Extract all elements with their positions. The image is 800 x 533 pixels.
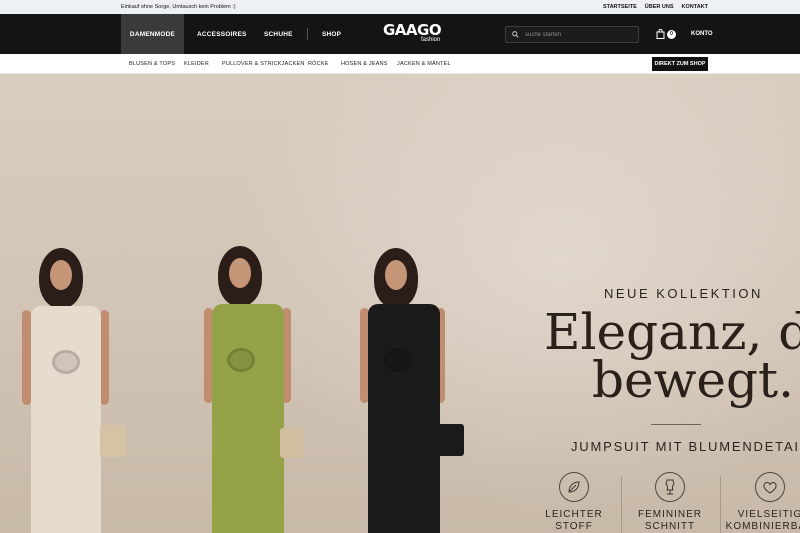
feature-divider (720, 476, 721, 533)
link-ueber-uns[interactable]: ÜBER UNS (645, 4, 674, 10)
cat-blusen-tops[interactable]: BLUSEN & TOPS (129, 54, 175, 74)
cat-kleider[interactable]: KLEIDER (184, 54, 209, 74)
hero-divider (651, 424, 701, 425)
shipping-notice: Einkauf ohne Sorge, Umtausch kein Proble… (121, 4, 236, 10)
cat-pullover-strickjacken[interactable]: PULLOVER & STRICKJACKEN (222, 54, 305, 74)
top-info-bar: Einkauf ohne Sorge, Umtausch kein Proble… (0, 0, 800, 14)
top-links: STARTSEITE ÜBER UNS KONTAKT (603, 4, 708, 10)
leaf-icon (559, 472, 589, 502)
hero-headline: Eleganz, die bewegt. (544, 307, 800, 409)
feature-3-line2: KOMBINIERBAR (725, 521, 800, 532)
cart-button[interactable]: 0 (656, 29, 676, 39)
feature-divider (621, 476, 622, 533)
cat-roecke[interactable]: RÖCKE (308, 54, 329, 74)
nav-divider (307, 28, 308, 40)
feature-1-line1: LEICHTER (545, 509, 603, 520)
dress-form-icon (655, 472, 685, 502)
main-navigation: DAMENMODE ACCESSOIRES SCHUHE SHOP GAAGO … (0, 14, 800, 54)
logo-wordmark: GAAGO (383, 21, 442, 39)
hero-headline-line2: bewegt. (592, 351, 794, 409)
feature-3-line1: VIELSEITIG (737, 509, 800, 520)
link-startseite[interactable]: STARTSEITE (603, 4, 637, 10)
nav-schuhe[interactable]: SCHUHE (264, 14, 293, 54)
direct-to-shop-button[interactable]: DIREKT ZUM SHOP (652, 57, 708, 71)
feature-2-line2: SCHNITT (644, 521, 696, 532)
logo-subtitle: fashion (421, 37, 441, 43)
search-icon (512, 31, 519, 38)
hero-banner[interactable]: NEUE KOLLEKTION Eleganz, die bewegt. JUM… (0, 74, 800, 533)
nav-accessoires[interactable]: ACCESSOIRES (197, 14, 247, 54)
hero-eyebrow: NEUE KOLLEKTION (604, 286, 763, 301)
feature-leichter-stoff: LEICHTER STOFF (529, 472, 619, 533)
brand-logo[interactable]: GAAGO fashion (383, 21, 453, 44)
feature-2-line1: FEMININER (638, 509, 702, 520)
nav-shop[interactable]: SHOP (322, 14, 341, 54)
feature-femininer-schnitt: FEMININER SCHNITT (625, 472, 715, 533)
heart-icon (755, 472, 785, 502)
cat-hosen-jeans[interactable]: HOSEN & JEANS (341, 54, 388, 74)
shopping-bag-icon (656, 29, 665, 39)
link-kontakt[interactable]: KONTAKT (682, 4, 708, 10)
feature-vielseitig-kombinierbar: VIELSEITIGKOMBINIERBAR (725, 472, 800, 533)
search-box[interactable] (505, 26, 639, 43)
category-navigation: BLUSEN & TOPS KLEIDER PULLOVER & STRICKJ… (0, 54, 800, 74)
cat-jacken-maentel[interactable]: JACKEN & MÄNTEL (397, 54, 451, 74)
search-input[interactable] (525, 31, 625, 38)
hero-subtitle: JUMPSUIT MIT BLUMENDETAIL (571, 439, 800, 454)
nav-damenmode[interactable]: DAMENMODE (121, 14, 184, 54)
feature-list: LEICHTER STOFF FEMININER SCHNITT VIELSEITI… (520, 472, 800, 533)
account-link[interactable]: KONTO (691, 14, 713, 54)
feature-1-line2: STOFF (555, 521, 593, 532)
cart-count-badge: 0 (667, 29, 676, 39)
